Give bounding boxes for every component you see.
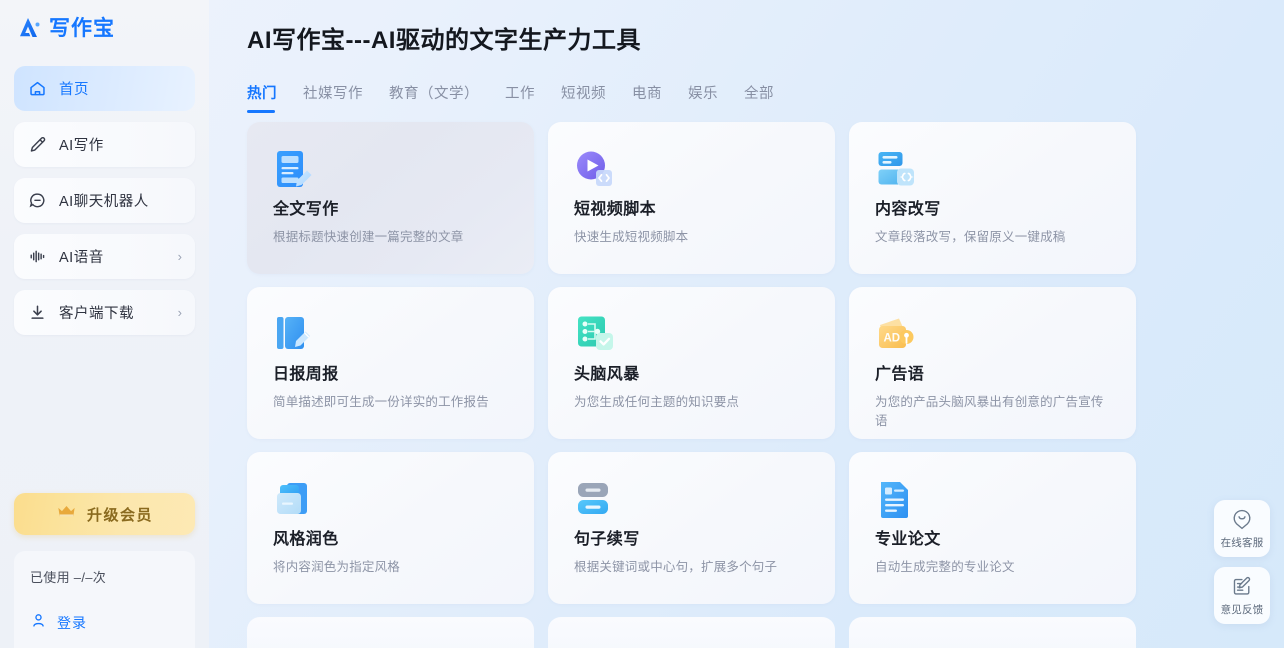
tab-social-media-writing[interactable]: 社媒写作 xyxy=(303,84,389,104)
two-bars-icon xyxy=(574,483,616,524)
feedback-edit-icon xyxy=(1231,575,1253,597)
sidebar-item-label: 客户端下载 xyxy=(59,306,134,322)
tool-card-content-rewrite[interactable]: 内容改写 文章段落改写，保留原义一键成稿 xyxy=(849,122,1136,274)
tool-card-desc: 文章段落改写，保留原义一键成稿 xyxy=(875,230,1066,244)
sidebar-item-home[interactable]: 首页 xyxy=(14,66,195,111)
category-tabs: 热门 社媒写作 教育（文学） 工作 短视频 电商 娱乐 全部 xyxy=(247,74,1284,113)
tool-card-desc: 为您生成任何主题的知识要点 xyxy=(574,395,740,409)
tool-card-desc: 快速生成短视频脚本 xyxy=(574,230,689,244)
upgrade-membership-button[interactable]: 升级会员 xyxy=(14,493,195,535)
tool-card-brainstorm[interactable]: 头脑风暴 为您生成任何主题的知识要点 xyxy=(548,287,835,439)
tool-card-title: 句子续写 xyxy=(574,531,640,548)
logo-text: 写作宝 xyxy=(49,16,115,40)
tool-card-professional-paper[interactable]: 专业论文 自动生成完整的专业论文 xyxy=(849,452,1136,604)
tool-card-style-polish[interactable]: 风格润色 将内容润色为指定风格 xyxy=(247,452,534,604)
sidebar: 写作宝 首页 AI写作 AI聊天机器人 AI语音 › 客户端下载 › 升级会员 … xyxy=(0,0,209,648)
sidebar-item-label: AI语音 xyxy=(59,250,104,266)
play-code-icon xyxy=(574,151,616,194)
tool-card-desc: 简单描述即可生成一份详实的工作报告 xyxy=(273,395,489,409)
tool-card-title: 专业论文 xyxy=(875,531,941,548)
sidebar-item-label: AI聊天机器人 xyxy=(59,194,149,210)
page-title: AI写作宝---AI驱动的文字生产力工具 xyxy=(247,27,641,54)
user-icon xyxy=(30,612,47,634)
paper-doc-icon xyxy=(875,482,917,524)
tool-card-short-video-script[interactable]: 短视频脚本 快速生成短视频脚本 xyxy=(548,122,835,274)
sidebar-item-ai-voice[interactable]: AI语音 › xyxy=(14,234,195,279)
chevron-right-icon: › xyxy=(177,249,182,264)
tab-work[interactable]: 工作 xyxy=(505,84,561,104)
tool-card-daily-weekly-report[interactable]: 日报周报 简单描述即可生成一份详实的工作报告 xyxy=(247,287,534,439)
sidebar-nav: 首页 AI写作 AI聊天机器人 AI语音 › 客户端下载 › xyxy=(14,66,195,335)
home-icon xyxy=(27,79,47,99)
tool-card-title: 广告语 xyxy=(875,366,925,383)
sidebar-item-label: AI写作 xyxy=(59,138,104,154)
tab-education-literature[interactable]: 教育（文学） xyxy=(389,84,505,104)
waveform-icon xyxy=(27,247,47,267)
rewrite-braces-icon xyxy=(875,152,917,194)
pencil-icon xyxy=(27,135,47,155)
tool-card-title: 全文写作 xyxy=(273,201,339,218)
tool-card-next-row xyxy=(247,617,1284,648)
tool-card-desc: 自动生成完整的专业论文 xyxy=(875,560,1015,574)
login-button[interactable]: 登录 xyxy=(30,612,179,634)
tool-card-desc: 将内容润色为指定风格 xyxy=(273,560,401,574)
chat-bubble-icon xyxy=(27,191,47,211)
report-book-icon xyxy=(273,317,315,359)
app-logo[interactable]: 写作宝 xyxy=(14,0,195,56)
mindmap-check-icon xyxy=(574,316,616,359)
floating-action-dock: 在线客服 意见反馈 xyxy=(1214,500,1270,624)
tool-card-grid: 全文写作 根据标题快速创建一篇完整的文章 短视频脚本 快速生成短视频脚本 内容改… xyxy=(247,122,1284,604)
tab-short-video[interactable]: 短视频 xyxy=(561,84,632,104)
tool-card-desc: 根据关键词或中心句，扩展多个句子 xyxy=(574,560,778,574)
usage-count: 已使用 –/–次 xyxy=(30,570,107,585)
tool-card-stub[interactable] xyxy=(849,617,1136,648)
tool-card-ad-slogan[interactable]: AD 广告语 为您的产品头脑风暴出有创意的广告宣传语 xyxy=(849,287,1136,439)
tool-card-desc: 为您的产品头脑风暴出有创意的广告宣传语 xyxy=(875,395,1104,428)
crown-icon xyxy=(56,503,77,525)
tool-card-stub[interactable] xyxy=(247,617,534,648)
upgrade-membership-label: 升级会员 xyxy=(86,506,153,524)
tool-card-desc: 根据标题快速创建一篇完整的文章 xyxy=(273,230,464,244)
tool-card-title: 头脑风暴 xyxy=(574,366,640,383)
tool-card-stub[interactable] xyxy=(548,617,835,648)
tool-card-full-article[interactable]: 全文写作 根据标题快速创建一篇完整的文章 xyxy=(247,122,534,274)
logo-mark-icon xyxy=(16,16,42,40)
tab-entertainment[interactable]: 娱乐 xyxy=(688,84,744,104)
sidebar-item-label: 首页 xyxy=(59,82,89,98)
tool-card-title: 内容改写 xyxy=(875,201,941,218)
tool-card-title: 风格润色 xyxy=(273,531,339,548)
sidebar-item-ai-writing[interactable]: AI写作 xyxy=(14,122,195,167)
feedback-label: 意见反馈 xyxy=(1220,603,1264,616)
ad-tag-icon: AD xyxy=(875,318,917,359)
tab-hot[interactable]: 热门 xyxy=(247,84,303,113)
sidebar-item-ai-chatbot[interactable]: AI聊天机器人 xyxy=(14,178,195,223)
tool-card-title: 短视频脚本 xyxy=(574,201,657,218)
style-cards-icon xyxy=(273,483,315,524)
support-smiley-icon xyxy=(1231,508,1253,530)
tab-all[interactable]: 全部 xyxy=(744,84,800,104)
tool-card-sentence-continuation[interactable]: 句子续写 根据关键词或中心句，扩展多个句子 xyxy=(548,452,835,604)
document-pencil-icon xyxy=(273,151,315,194)
online-support-label: 在线客服 xyxy=(1220,536,1264,549)
chevron-right-icon: › xyxy=(177,305,182,320)
svg-text:AD: AD xyxy=(884,333,901,345)
tool-card-title: 日报周报 xyxy=(273,366,339,383)
main-content: AI写作宝---AI驱动的文字生产力工具 热门 社媒写作 教育（文学） 工作 短… xyxy=(209,0,1284,648)
feedback-button[interactable]: 意见反馈 xyxy=(1214,567,1270,624)
sidebar-item-client-download[interactable]: 客户端下载 › xyxy=(14,290,195,335)
account-panel: 已使用 –/–次 登录 xyxy=(14,551,195,648)
app-root: 写作宝 首页 AI写作 AI聊天机器人 AI语音 › 客户端下载 › 升级会员 … xyxy=(0,0,1284,648)
login-label: 登录 xyxy=(57,615,87,631)
online-support-button[interactable]: 在线客服 xyxy=(1214,500,1270,557)
download-icon xyxy=(27,303,47,323)
tab-ecommerce[interactable]: 电商 xyxy=(632,84,688,104)
